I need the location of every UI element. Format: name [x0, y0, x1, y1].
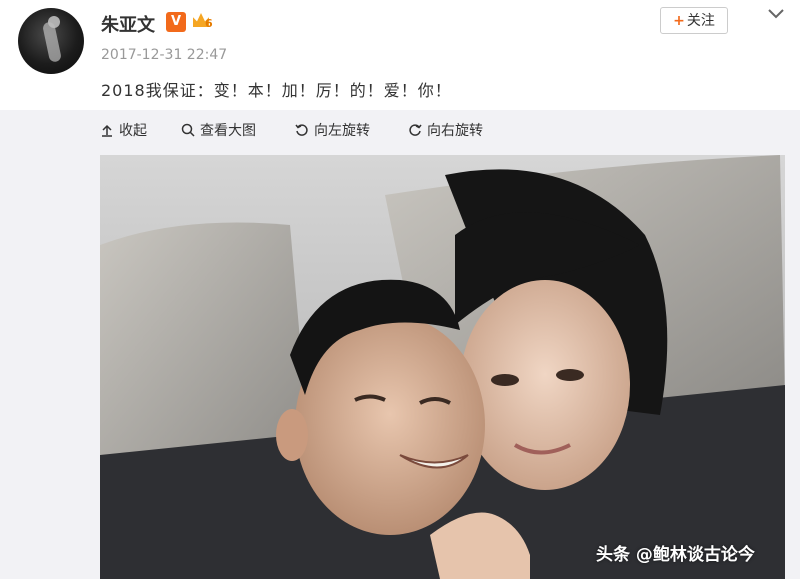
collapse-button[interactable]: 收起	[100, 120, 147, 140]
woman-face	[460, 280, 630, 490]
search-icon	[181, 123, 195, 137]
verified-badge: V	[166, 12, 186, 32]
follow-button[interactable]: + 关注	[660, 7, 728, 34]
follow-label: 关注	[686, 13, 715, 29]
post-photo[interactable]	[100, 155, 785, 579]
level-badge: 6	[193, 13, 217, 31]
rotate-left-icon	[295, 123, 309, 137]
rotate-left-button[interactable]: 向左旋转	[295, 120, 370, 140]
level-number: 6	[205, 17, 213, 30]
avatar-figure-body	[41, 21, 63, 63]
collapse-icon	[100, 123, 114, 137]
post-timestamp[interactable]: 2017-12-31 22:47	[101, 47, 227, 63]
plus-icon: +	[673, 13, 685, 29]
collapse-label: 收起	[119, 123, 147, 139]
rotate-left-label: 向左旋转	[314, 123, 370, 139]
woman-eye-left	[491, 374, 519, 386]
chevron-down-icon[interactable]	[766, 6, 786, 22]
woman-eye-right	[556, 369, 584, 381]
avatar[interactable]	[18, 8, 84, 74]
man-ear	[276, 409, 308, 461]
post-text: 2018我保证：变！本！加！厉！的！爱！你！	[101, 81, 452, 100]
rotate-right-button[interactable]: 向右旋转	[408, 120, 483, 140]
rotate-right-label: 向右旋转	[427, 123, 483, 139]
photo-illustration	[100, 155, 785, 579]
watermark: 头条 @鲍林谈古论今	[596, 545, 755, 565]
view-full-image-button[interactable]: 查看大图	[181, 120, 256, 140]
username[interactable]: 朱亚文	[101, 11, 155, 37]
rotate-right-icon	[408, 123, 422, 137]
view-full-image-label: 查看大图	[200, 123, 256, 139]
